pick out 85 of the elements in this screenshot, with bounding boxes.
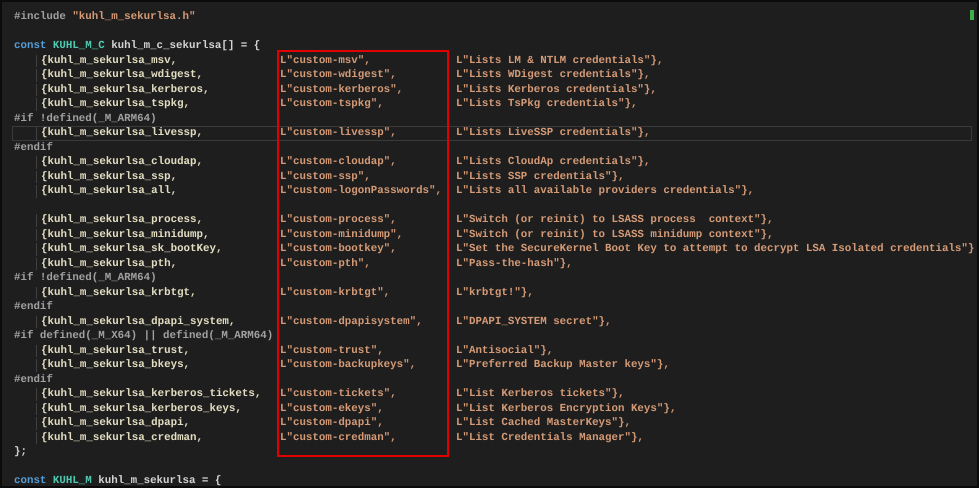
- command-description: L"Lists WDigest credentials"},: [456, 69, 650, 81]
- function-name: {kuhl_m_sekurlsa_all,: [41, 185, 178, 197]
- function-name: {kuhl_m_sekurlsa_tspkg,: [41, 98, 190, 110]
- command-name: L"custom-trust",: [280, 344, 384, 356]
- command-description: L"DPAPI_SYSTEM secret"},: [456, 316, 612, 328]
- function-name: {kuhl_m_sekurlsa_msv,: [41, 54, 178, 66]
- command-description: L"Lists LM & NTLM credentials"},: [456, 54, 664, 66]
- command-description: L"Lists SSP credentials"},: [456, 170, 624, 182]
- code-text: =: [202, 474, 208, 488]
- preprocessor-directive: ||: [144, 329, 157, 344]
- preprocessor-directive: #endif: [14, 300, 53, 314]
- command-name: L"custom-ekeys",: [280, 402, 384, 414]
- code-text: kuhl_m_c_sekurlsa[]: [111, 39, 234, 54]
- function-name: {kuhl_m_sekurlsa_dpapi_system,: [41, 316, 236, 328]
- preprocessor-directive: defined(_M_X64): [40, 329, 138, 344]
- preprocessor-directive: #endif: [14, 372, 53, 387]
- preprocessor-directive: #if: [14, 112, 34, 126]
- function-name: {kuhl_m_sekurlsa_cloudap,: [41, 156, 203, 168]
- function-name: {kuhl_m_sekurlsa_dpapi,: [41, 417, 190, 429]
- command-description: L"Lists TsPkg credentials"},: [456, 98, 638, 110]
- code-text: };: [14, 445, 27, 460]
- code-text: kuhl_m_sekurlsa: [98, 474, 196, 488]
- code-text: {: [214, 474, 222, 488]
- command-name: L"custom-logonPasswords",: [280, 185, 442, 197]
- command-name: L"custom-msv",: [280, 54, 371, 66]
- command-description: L"Lists all available providers credentials"},: [456, 185, 754, 197]
- command-name: L"custom-credman",: [280, 432, 397, 444]
- command-name: L"custom-pth",: [280, 258, 371, 270]
- function-name: {kuhl_m_sekurlsa_credman,: [41, 432, 203, 444]
- command-description: L"List Cached MasterKeys"},: [456, 417, 631, 429]
- command-name: L"custom-cloudap",: [280, 156, 397, 168]
- command-description: L"List Kerberos Encryption Keys"},: [456, 402, 676, 414]
- command-name: L"custom-ssp",: [280, 170, 371, 182]
- command-name: L"custom-dpapisystem",: [280, 316, 423, 328]
- command-description: L"Switch (or reinit) to LSASS process context"},: [456, 214, 774, 226]
- command-description: L"List Credentials Manager"},: [456, 432, 644, 444]
- command-description: L"Pass-the-hash"},: [456, 258, 573, 270]
- command-description: L"Antisocial"},: [456, 344, 554, 356]
- preprocessor-directive: #if: [14, 329, 34, 344]
- preprocessor-directive: defined(_M_ARM64): [163, 329, 274, 344]
- command-name: L"custom-wdigest",: [280, 69, 397, 81]
- function-name: {kuhl_m_sekurlsa_process,: [41, 214, 203, 226]
- code-text: =: [240, 39, 248, 54]
- function-name: {kuhl_m_sekurlsa_ssp,: [41, 170, 178, 182]
- command-description: L"Switch (or reinit) to LSASS minidump context"},: [456, 228, 774, 240]
- command-description: L"Preferred Backup Master keys"},: [456, 359, 670, 371]
- function-name: {kuhl_m_sekurlsa_pth,: [41, 258, 178, 270]
- command-name: L"custom-process",: [280, 214, 397, 226]
- keyword: const: [14, 39, 46, 54]
- command-name: L"custom-tickets",: [280, 388, 397, 400]
- command-name: L"custom-livessp",: [280, 127, 397, 139]
- function-name: {kuhl_m_sekurlsa_bkeys,: [41, 359, 190, 371]
- command-description: L"Lists LiveSSP credentials"},: [456, 127, 650, 139]
- preprocessor-directive: #if: [14, 271, 34, 286]
- command-name: L"custom-kerberos",: [280, 84, 404, 96]
- function-name: {kuhl_m_sekurlsa_wdigest,: [41, 69, 203, 81]
- command-name: L"custom-dpapi",: [280, 417, 384, 429]
- command-description: L"Lists Kerberos credentials"},: [456, 84, 657, 96]
- function-name: {kuhl_m_sekurlsa_kerberos,: [41, 84, 210, 96]
- preprocessor-directive: #endif: [14, 140, 53, 155]
- preprocessor-directive: !defined(_M_ARM64): [40, 112, 157, 126]
- command-name: L"custom-minidump",: [280, 228, 404, 240]
- function-name: {kuhl_m_sekurlsa_trust,: [41, 344, 190, 356]
- command-name: L"custom-backupkeys",: [280, 359, 416, 371]
- command-description: L"List Kerberos tickets"},: [456, 388, 624, 400]
- function-name: {kuhl_m_sekurlsa_kerberos_tickets,: [41, 388, 262, 400]
- scrollbar-marker: [970, 10, 974, 20]
- command-description: L"Lists CloudAp credentials"},: [456, 156, 650, 168]
- function-name: {kuhl_m_sekurlsa_kerberos_keys,: [41, 402, 242, 414]
- command-name: L"custom-tspkg",: [280, 98, 384, 110]
- function-name: {kuhl_m_sekurlsa_minidump,: [41, 228, 210, 240]
- code-text: {: [254, 39, 260, 54]
- type-name: KUHL_M: [52, 474, 92, 488]
- command-name: L"custom-bootkey",: [280, 243, 397, 255]
- preprocessor-directive: #include: [14, 10, 66, 24]
- command-name: L"custom-krbtgt",: [280, 286, 390, 298]
- function-name: {kuhl_m_sekurlsa_sk_bootKey,: [41, 243, 222, 255]
- function-name: {kuhl_m_sekurlsa_krbtgt,: [41, 286, 197, 298]
- string-literal: "kuhl_m_sekurlsa.h": [72, 10, 196, 24]
- keyword: const: [14, 474, 46, 488]
- preprocessor-directive: !defined(_M_ARM64): [40, 271, 157, 286]
- command-description: L"Set the SecureKernel Boot Key to attempt to decrypt LSA Isolated credentials"}: [456, 243, 974, 255]
- type-name: KUHL_M_C: [52, 39, 105, 54]
- command-description: L"krbtgt!"},: [456, 286, 534, 298]
- function-name: {kuhl_m_sekurlsa_livessp,: [41, 127, 203, 139]
